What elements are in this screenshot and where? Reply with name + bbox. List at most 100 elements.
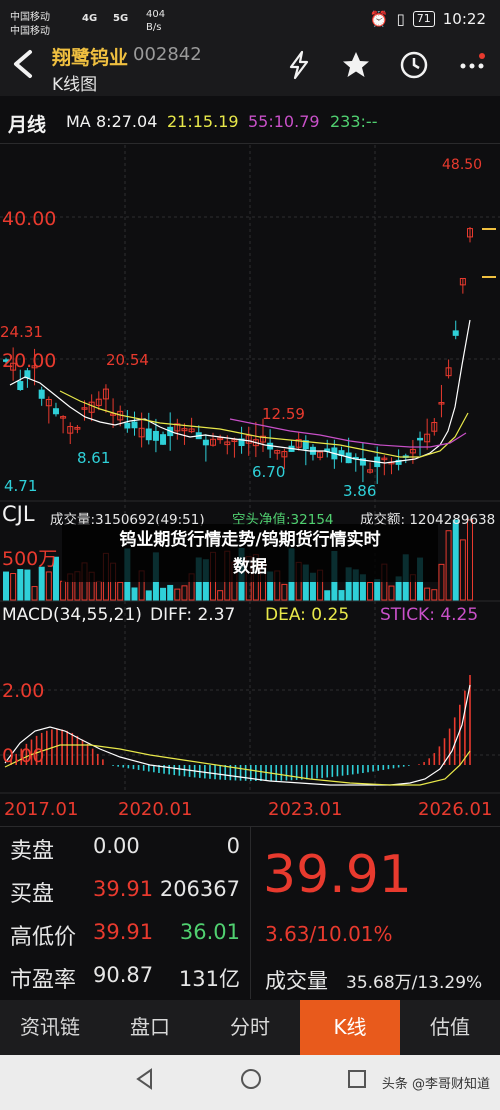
tab-intraday[interactable]: 分时 xyxy=(200,1000,300,1055)
back-button[interactable] xyxy=(10,46,40,86)
dea-value: DEA: 0.25 xyxy=(265,605,350,625)
ma55-line xyxy=(229,418,467,448)
sell-price: 0.00 xyxy=(93,834,140,858)
nav-recents-button[interactable] xyxy=(342,1067,372,1097)
turnover-label: 成交量 xyxy=(265,969,328,993)
net-speed-unit: B/s xyxy=(146,22,162,33)
candle-body xyxy=(52,408,59,415)
y-label-40: 40.00 xyxy=(2,208,56,230)
quote-row-highlow: 高低价 39.91 36.01 xyxy=(0,913,250,956)
volume-bar xyxy=(95,580,102,601)
volume-bar xyxy=(459,539,466,601)
volume-bar xyxy=(424,587,431,601)
macd-histogram xyxy=(10,675,471,781)
volume-bar xyxy=(117,581,124,601)
vibrate-icon: ▯ xyxy=(396,10,405,28)
label-2054: 20.54 xyxy=(106,351,149,369)
network-5g: 5G xyxy=(113,13,129,24)
battery-icon: 71 xyxy=(412,11,435,27)
tab-valuation[interactable]: 估值 xyxy=(400,1000,500,1055)
ma-value-55: 55:10.79 xyxy=(248,112,320,131)
volume-bar xyxy=(38,566,45,601)
x-label-2026: 2026.01 xyxy=(418,799,492,820)
high-price: 39.91 xyxy=(93,920,154,944)
stock-name: 翔鹭钨业 xyxy=(52,47,129,69)
clock: 10:22 xyxy=(442,10,486,28)
article-caption-overlay: 钨业期货行情走势/钨期货行情实时 数据 xyxy=(62,524,438,582)
diff-line xyxy=(4,684,471,786)
nav-back-button[interactable] xyxy=(130,1067,160,1097)
period-selector[interactable]: 月线 xyxy=(8,110,46,137)
clock-icon xyxy=(400,51,428,79)
macd-title: MACD(34,55,21) xyxy=(2,605,142,625)
tab-news-chain[interactable]: 资讯链 xyxy=(0,1000,100,1055)
y-label-20: 20.00 xyxy=(2,350,56,372)
network-4g: 4G xyxy=(82,13,98,24)
candle-body xyxy=(124,422,131,429)
x-label-2023: 2023.01 xyxy=(268,799,342,820)
carrier-2: 中国移动 xyxy=(10,26,50,37)
label-2431: 24.31 xyxy=(0,323,43,341)
volume-bar xyxy=(438,563,445,601)
label-471: 4.71 xyxy=(4,477,37,495)
lightning-icon xyxy=(289,50,309,80)
chevron-left-icon xyxy=(14,50,32,78)
history-button[interactable] xyxy=(397,50,431,84)
label-861: 8.61 xyxy=(77,449,110,467)
star-icon xyxy=(343,52,369,77)
pe-label: 市盈率 xyxy=(10,968,77,993)
volume-bar xyxy=(45,571,52,601)
candle-body xyxy=(131,421,138,429)
source-watermark: 头条 @李哥财知道 xyxy=(381,1077,490,1092)
buy-label: 买盘 xyxy=(10,882,55,907)
carrier-1: 中国移动 xyxy=(10,12,50,23)
ma-value-8: 8:27.04 xyxy=(96,112,158,131)
volume-bar xyxy=(167,584,174,601)
flash-button[interactable] xyxy=(282,50,316,84)
quote-divider xyxy=(250,827,251,999)
more-button[interactable] xyxy=(455,50,489,84)
caption-line-2: 数据 xyxy=(233,557,267,577)
triangle-back-icon xyxy=(136,1068,152,1090)
low-price: 36.01 xyxy=(179,920,240,944)
kline-chart[interactable]: 48.50 40.00 24.31 20.00 20.54 12.59 8.61… xyxy=(0,145,500,825)
x-label-2020: 2020.01 xyxy=(118,799,192,820)
label-386: 3.86 xyxy=(343,482,376,500)
favorite-button[interactable] xyxy=(339,50,373,84)
candle-body xyxy=(417,437,424,441)
alarm-icon: ⏰ xyxy=(369,10,389,28)
dea-line xyxy=(4,744,471,786)
volume-bar xyxy=(388,585,395,601)
stock-code: 002842 xyxy=(133,44,202,65)
volume-bar xyxy=(338,590,345,601)
tab-kline[interactable]: K线 xyxy=(300,1000,400,1055)
system-nav-bar: 头条 @李哥财知道 xyxy=(0,1055,500,1110)
volume-bar xyxy=(281,583,288,601)
buy-qty: 206367 xyxy=(159,877,240,901)
price-change: 3.63/10.01% xyxy=(265,922,393,946)
candle-body xyxy=(160,434,167,445)
quote-row-sell: 卖盘 0.00 0 xyxy=(0,827,250,870)
stick-value: STICK: 4.25 xyxy=(380,605,479,625)
bottom-tab-bar: 资讯链 盘口 分时 K线 估值 xyxy=(0,1000,500,1055)
caption-line-1: 钨业期货行情走势/钨期货行情实时 xyxy=(119,530,381,550)
volume-bar xyxy=(467,519,473,601)
ma-value-233: 233:-- xyxy=(330,112,378,131)
tab-order-book[interactable]: 盘口 xyxy=(100,1000,200,1055)
page-subtitle: K线图 xyxy=(52,75,98,95)
volume-bar xyxy=(31,586,38,601)
circle-home-icon xyxy=(241,1069,261,1089)
quote-row-pe: 市盈率 90.87 131亿 xyxy=(0,956,250,999)
volume-bar xyxy=(431,589,438,601)
volume-bar xyxy=(60,580,67,601)
quote-row-buy: 买盘 39.91 206367 xyxy=(0,870,250,913)
chart-grid xyxy=(0,145,500,793)
nav-home-button[interactable] xyxy=(236,1067,266,1097)
volume-bar xyxy=(324,590,331,601)
volume-bar xyxy=(24,569,31,601)
label-1259: 12.59 xyxy=(262,405,305,423)
volume-bar xyxy=(367,582,374,601)
vol-label-500w: 500万 xyxy=(2,548,57,570)
highlow-label: 高低价 xyxy=(10,925,77,950)
app-header: 翔鹭钨业 002842 K线图 xyxy=(0,40,500,96)
